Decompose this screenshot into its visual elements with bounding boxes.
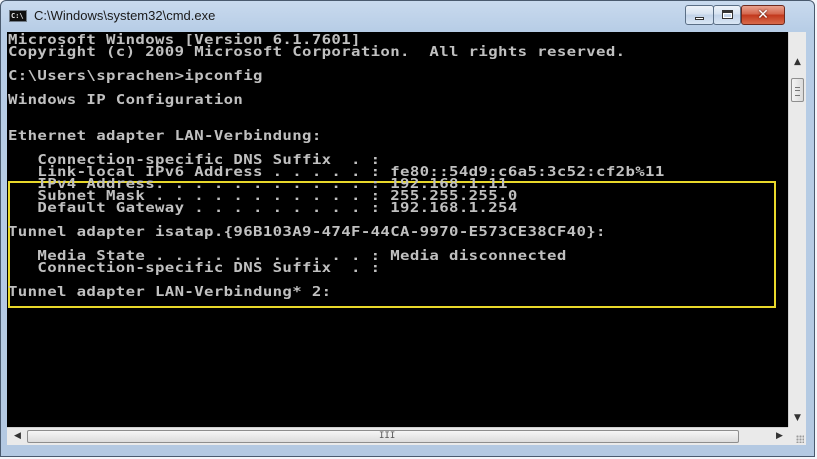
scroll-up-arrow-icon[interactable]: ▲ xyxy=(789,54,806,71)
resize-corner[interactable] xyxy=(788,427,806,445)
console-line: Ethernet adapter LAN-Verbindung: xyxy=(8,129,322,144)
window-title: C:\Windows\system32\cmd.exe xyxy=(34,8,216,23)
resize-grip-icon xyxy=(796,435,804,443)
console-output[interactable]: Microsoft Windows [Version 6.1.7601] Copy… xyxy=(7,32,788,427)
command-prompt-icon[interactable]: C:\ xyxy=(9,10,27,22)
horizontal-scroll-grip: III xyxy=(379,431,396,441)
horizontal-scrollbar[interactable]: ◀ III ▶ xyxy=(7,427,788,445)
maximize-button[interactable] xyxy=(713,5,741,25)
scroll-down-arrow-icon[interactable]: ▼ xyxy=(789,410,806,427)
cmd-window: C:\ C:\Windows\system32\cmd.exe ✕ Micros… xyxy=(0,0,815,457)
horizontal-scroll-thumb[interactable]: III xyxy=(27,430,739,443)
console-line: Tunnel adapter LAN-Verbindung* 2: xyxy=(8,285,332,300)
maximize-icon xyxy=(722,10,733,19)
scroll-right-arrow-icon[interactable]: ▶ xyxy=(771,428,788,445)
title-bar[interactable]: C:\ C:\Windows\system32\cmd.exe ✕ xyxy=(1,1,814,31)
close-button[interactable]: ✕ xyxy=(741,5,785,25)
scroll-left-arrow-icon[interactable]: ◀ xyxy=(9,428,26,445)
console-line: Windows IP Configuration xyxy=(8,93,244,108)
console-line: Copyright (c) 2009 Microsoft Corporation… xyxy=(8,45,626,60)
minimize-icon xyxy=(695,17,704,20)
scroll-grip-icon xyxy=(795,87,800,96)
vertical-scrollbar[interactable]: ▲ ▼ xyxy=(788,32,806,427)
minimize-button[interactable] xyxy=(685,5,714,25)
console-line: Tunnel adapter isatap.{96B103A9-474F-44C… xyxy=(8,225,606,240)
console-line: Default Gateway . . . . . . . . . : 192.… xyxy=(8,201,518,216)
vertical-scroll-thumb[interactable] xyxy=(791,78,804,102)
console-line: C:\Users\sprachen>ipconfig xyxy=(8,69,263,84)
console-line: Connection-specific DNS Suffix . : xyxy=(8,261,381,276)
close-icon: ✕ xyxy=(757,7,769,23)
command-prompt-icon-label: C:\ xyxy=(11,12,24,20)
